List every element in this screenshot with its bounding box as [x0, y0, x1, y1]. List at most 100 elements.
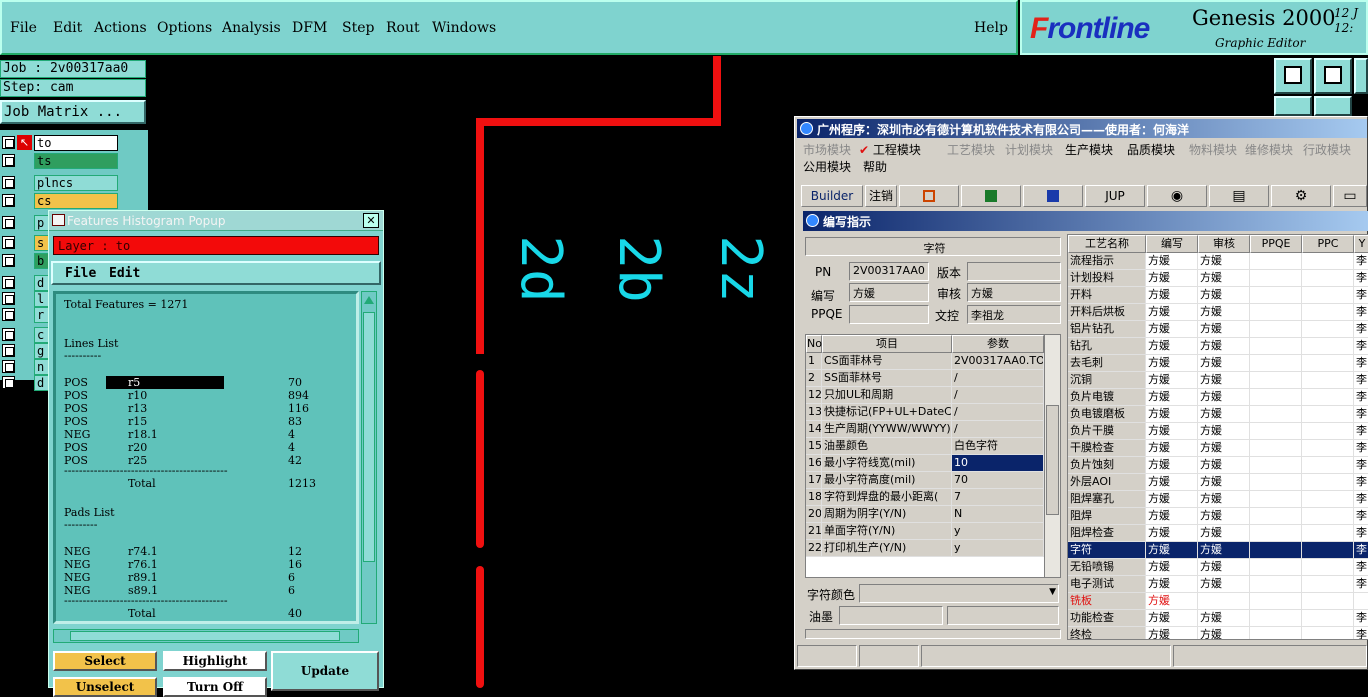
process-name[interactable]: 功能检查: [1068, 610, 1146, 627]
word-button[interactable]: [1023, 185, 1083, 207]
menu-file[interactable]: File: [10, 20, 37, 36]
scroll-thumb[interactable]: [70, 631, 340, 641]
process-name[interactable]: 终检: [1068, 627, 1146, 639]
layer-checkbox[interactable]: [2, 376, 15, 389]
network-button[interactable]: ⚙: [1271, 185, 1331, 207]
layer-name[interactable]: to: [34, 135, 118, 151]
author-field[interactable]: 方媛: [849, 283, 929, 302]
layer-checkbox[interactable]: [2, 308, 15, 321]
process-name[interactable]: 字符: [1068, 542, 1146, 559]
param-value[interactable]: 70: [952, 472, 1044, 489]
ppt-button[interactable]: [899, 185, 959, 207]
ink-field-1[interactable]: [839, 606, 943, 625]
process-name[interactable]: 电子测试: [1068, 576, 1146, 593]
process-name[interactable]: 负片电镀: [1068, 389, 1146, 406]
vertical-scrollbar[interactable]: [361, 291, 377, 624]
layer-row[interactable]: cs: [0, 192, 148, 210]
process-name[interactable]: 钻孔: [1068, 338, 1146, 355]
menu-help[interactable]: 帮助: [863, 158, 887, 175]
layer-checkbox[interactable]: [2, 328, 15, 341]
layer-checkbox[interactable]: [2, 176, 15, 189]
logout-button[interactable]: 注销: [865, 185, 897, 207]
layer-checkbox[interactable]: [2, 194, 15, 207]
process-name[interactable]: 负片蚀刻: [1068, 457, 1146, 474]
job-matrix-button[interactable]: Job Matrix ...: [0, 100, 146, 124]
menu-analysis[interactable]: Analysis: [222, 20, 281, 36]
process-name[interactable]: 阻焊塞孔: [1068, 491, 1146, 508]
menu-admin[interactable]: 行政模块: [1303, 141, 1351, 158]
layer-checkbox[interactable]: [2, 344, 15, 357]
layer-checkbox[interactable]: [2, 292, 15, 305]
scroll-thumb[interactable]: [1046, 405, 1059, 515]
char-color-select[interactable]: ▼: [859, 584, 1059, 603]
scroll-thumb[interactable]: [363, 312, 375, 562]
menu-actions[interactable]: Actions: [94, 20, 147, 36]
param-value[interactable]: /: [952, 421, 1044, 438]
unselect-button[interactable]: Unselect: [53, 677, 157, 697]
menu-common[interactable]: 公用模块: [803, 158, 851, 175]
tool-icon-1[interactable]: [1274, 58, 1312, 94]
layer-checkbox[interactable]: [2, 254, 15, 267]
menu-options[interactable]: Options: [157, 20, 212, 36]
process-name[interactable]: 负电镀磨板: [1068, 406, 1146, 423]
params-scrollbar[interactable]: [1044, 335, 1060, 577]
menu-maintenance[interactable]: 维修模块: [1245, 141, 1293, 158]
param-value[interactable]: 7: [952, 489, 1044, 506]
process-name[interactable]: 干膜检查: [1068, 440, 1146, 457]
menu-rout[interactable]: Rout: [386, 20, 420, 36]
menu-plan[interactable]: 计划模块: [1005, 141, 1053, 158]
menu-production[interactable]: 生产模块: [1065, 141, 1113, 158]
version-field[interactable]: [967, 262, 1061, 281]
tool-icon-3[interactable]: [1354, 58, 1368, 94]
view-button[interactable]: ◉: [1147, 185, 1207, 207]
menu-windows[interactable]: Windows: [432, 20, 496, 36]
layer-checkbox[interactable]: [2, 154, 15, 167]
process-name[interactable]: 无铅喷锡: [1068, 559, 1146, 576]
layer-checkbox[interactable]: [2, 216, 15, 229]
menu-step[interactable]: Step: [342, 20, 374, 36]
turn-off-button[interactable]: Turn Off: [163, 677, 267, 697]
select-button[interactable]: Select: [53, 651, 157, 671]
menu-edit[interactable]: Edit: [53, 20, 82, 36]
param-value[interactable]: y: [952, 523, 1044, 540]
tool-icon-5[interactable]: [1314, 96, 1352, 116]
layer-name[interactable]: plncs: [34, 175, 118, 191]
layer-checkbox[interactable]: [2, 136, 15, 149]
process-name[interactable]: 阻焊: [1068, 508, 1146, 525]
menu-quality[interactable]: 品质模块: [1127, 141, 1175, 158]
param-value[interactable]: y: [952, 540, 1044, 557]
layer-row[interactable]: plncs: [0, 174, 148, 192]
doc-control-field[interactable]: 李祖龙: [967, 305, 1061, 324]
param-value[interactable]: /: [952, 370, 1044, 387]
process-name[interactable]: 沉铜: [1068, 372, 1146, 389]
highlight-button[interactable]: Highlight: [163, 651, 267, 671]
process-name[interactable]: 去毛刺: [1068, 355, 1146, 372]
monitor-button[interactable]: ▭: [1333, 185, 1367, 207]
menu-help[interactable]: Help: [974, 20, 1008, 36]
scroll-up-icon[interactable]: [364, 294, 374, 304]
ink-field-2[interactable]: [947, 606, 1059, 625]
process-name[interactable]: 阻焊检查: [1068, 525, 1146, 542]
layer-name[interactable]: cs: [34, 193, 118, 209]
process-name[interactable]: 流程指示: [1068, 253, 1146, 270]
param-value[interactable]: 2V00317AA0.TO: [952, 353, 1044, 370]
review-field[interactable]: 方媛: [967, 283, 1061, 302]
process-name[interactable]: 负片干膜: [1068, 423, 1146, 440]
layer-row[interactable]: ↖ to: [0, 134, 148, 152]
param-value[interactable]: /: [952, 387, 1044, 404]
layer-checkbox[interactable]: [2, 236, 15, 249]
window-menu-icon[interactable]: [52, 214, 65, 226]
layer-checkbox[interactable]: [2, 276, 15, 289]
tool-icon-2[interactable]: [1314, 58, 1352, 94]
menu-process[interactable]: 工艺模块: [947, 141, 995, 158]
process-name[interactable]: 开料后烘板: [1068, 304, 1146, 321]
excel-button[interactable]: [961, 185, 1021, 207]
process-name[interactable]: 计划投料: [1068, 270, 1146, 287]
popup-menu-edit[interactable]: Edit: [109, 266, 140, 281]
update-button[interactable]: Update: [271, 651, 379, 691]
layer-checkbox[interactable]: [2, 360, 15, 373]
param-value[interactable]: /: [952, 404, 1044, 421]
param-value[interactable]: N: [952, 506, 1044, 523]
menu-market[interactable]: 市场模块: [803, 141, 851, 158]
menu-material[interactable]: 物料模块: [1189, 141, 1237, 158]
